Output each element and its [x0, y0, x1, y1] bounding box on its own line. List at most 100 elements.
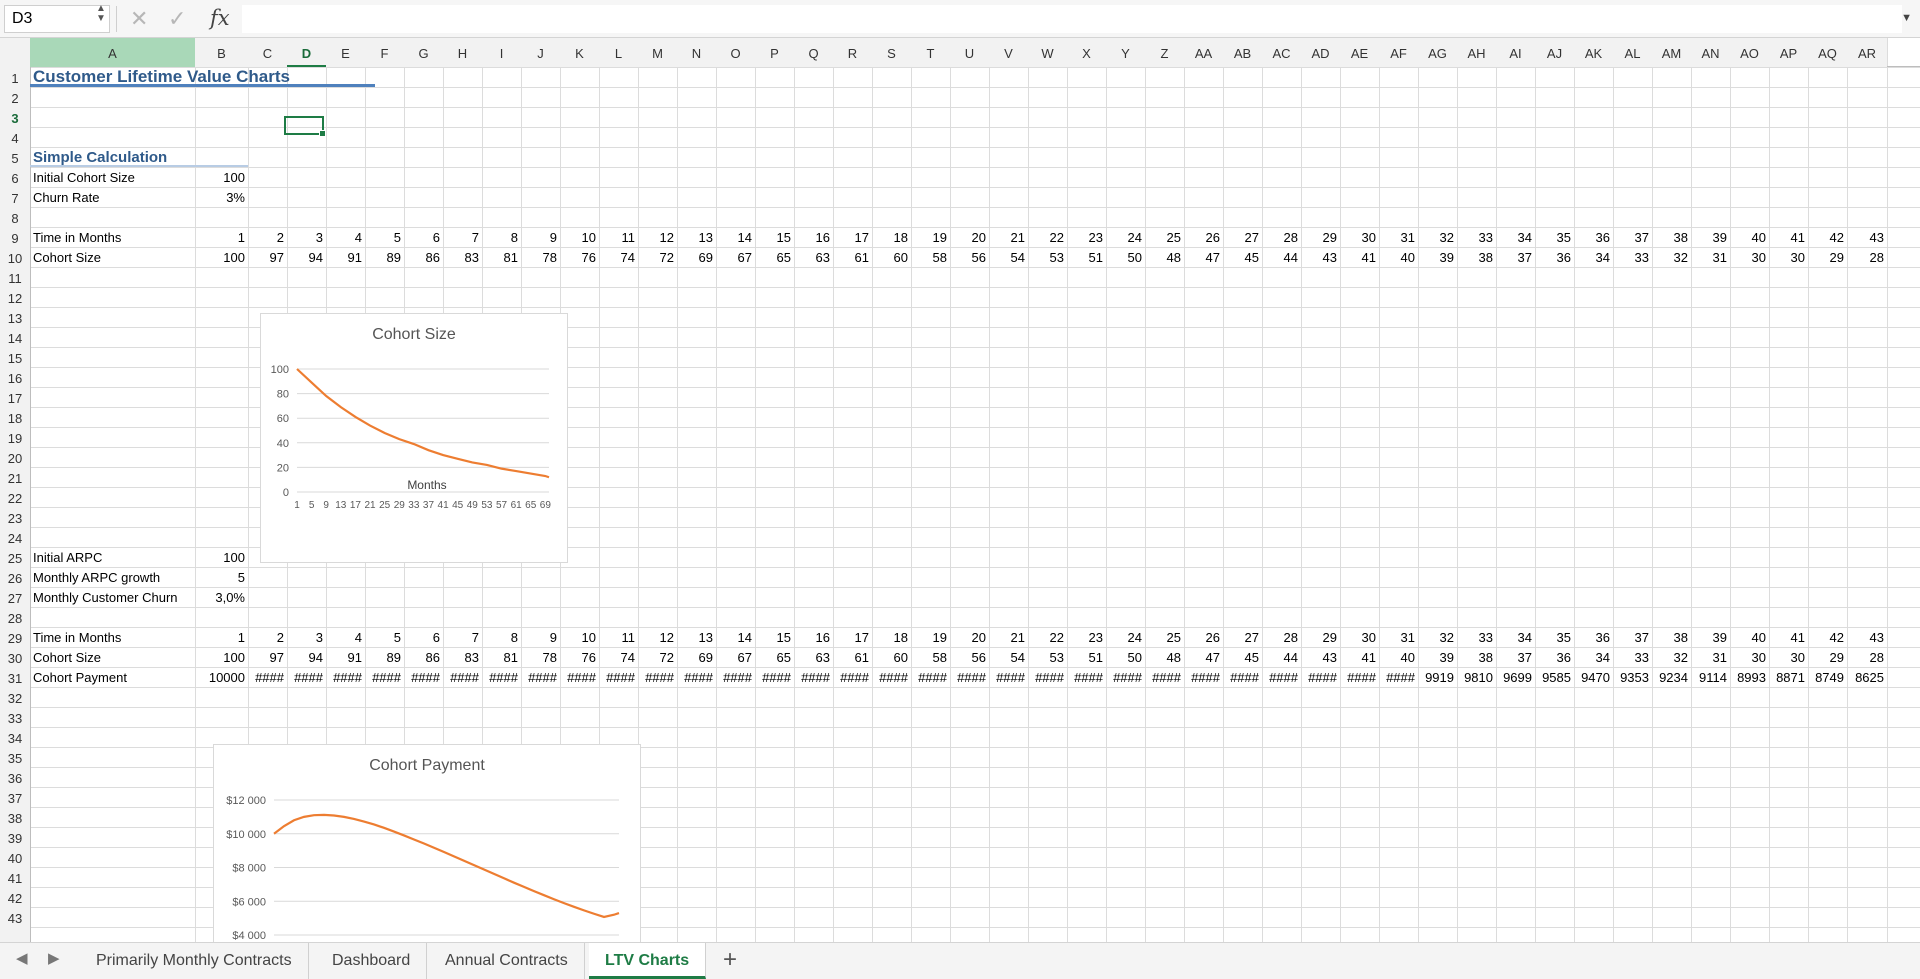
cohort-payment-cell[interactable]: ####	[677, 668, 713, 688]
value-monthly-customer-churn[interactable]: 3,0%	[195, 588, 245, 608]
cohort-size-cell[interactable]: 91	[326, 648, 362, 668]
cohort-payment-cell[interactable]: ####	[638, 668, 674, 688]
cohort-payment-cell[interactable]: 10000	[195, 668, 245, 688]
cohort-size-cell[interactable]: 78	[521, 648, 557, 668]
cohort-size-cell[interactable]: 40	[1379, 648, 1415, 668]
column-header-i[interactable]: I	[482, 38, 521, 67]
month-cell[interactable]: 37	[1613, 228, 1649, 248]
column-header-s[interactable]: S	[872, 38, 911, 67]
month-cell[interactable]: 5	[365, 628, 401, 648]
cohort-size-chart[interactable]: Cohort Size 100 80 60 40 20 0 1 5 9 13 17 21 25 29 33 3…	[260, 313, 568, 563]
cohort-size-cell[interactable]: 51	[1067, 648, 1103, 668]
month-cell[interactable]: 41	[1769, 628, 1805, 648]
cohort-size-cell[interactable]: 30	[1730, 248, 1766, 268]
month-cell[interactable]: 36	[1574, 628, 1610, 648]
month-cell[interactable]: 29	[1301, 628, 1337, 648]
row-header-8[interactable]: 8	[0, 207, 30, 227]
cohort-size-cell[interactable]: 53	[1028, 248, 1064, 268]
value-initial-arpc[interactable]: 100	[195, 548, 245, 568]
add-sheet-button[interactable]: +	[710, 943, 750, 979]
cohort-size-cell[interactable]: 54	[989, 648, 1025, 668]
row-header-30[interactable]: 30	[0, 647, 30, 667]
cohort-payment-cell[interactable]: ####	[833, 668, 869, 688]
column-header-ah[interactable]: AH	[1457, 38, 1496, 67]
month-cell[interactable]: 9	[521, 228, 557, 248]
cohort-size-cell[interactable]: 38	[1457, 648, 1493, 668]
month-cell[interactable]: 25	[1145, 228, 1181, 248]
month-cell[interactable]: 5	[365, 228, 401, 248]
label-cohort-size[interactable]: Cohort Size	[33, 248, 101, 268]
month-cell[interactable]: 33	[1457, 228, 1493, 248]
cohort-payment-cell[interactable]: ####	[1223, 668, 1259, 688]
cohort-size-cell[interactable]: 29	[1808, 248, 1844, 268]
column-header-an[interactable]: AN	[1691, 38, 1730, 67]
cohort-payment-cell[interactable]: ####	[482, 668, 518, 688]
month-cell[interactable]: 15	[755, 628, 791, 648]
row-header-39[interactable]: 39	[0, 827, 30, 847]
cohort-size-cell[interactable]: 45	[1223, 648, 1259, 668]
cohort-payment-cell[interactable]: 8871	[1769, 668, 1805, 688]
label-time-in-months[interactable]: Time in Months	[33, 228, 121, 248]
cohort-size-cell[interactable]: 94	[287, 248, 323, 268]
cohort-size-cell[interactable]: 30	[1730, 648, 1766, 668]
month-cell[interactable]: 14	[716, 228, 752, 248]
month-cell[interactable]: 32	[1418, 628, 1454, 648]
cohort-payment-cell[interactable]: 9699	[1496, 668, 1532, 688]
row-header-4[interactable]: 4	[0, 127, 30, 147]
cohort-size-cell[interactable]: 97	[248, 648, 284, 668]
month-cell[interactable]: 23	[1067, 228, 1103, 248]
cohort-size-cell[interactable]: 74	[599, 248, 635, 268]
name-box[interactable]: D3	[4, 5, 110, 33]
label-time-in-months[interactable]: Time in Months	[33, 628, 121, 648]
month-cell[interactable]: 18	[872, 628, 908, 648]
month-cell[interactable]: 37	[1613, 628, 1649, 648]
cohort-payment-cell[interactable]: ####	[950, 668, 986, 688]
month-cell[interactable]: 38	[1652, 628, 1688, 648]
month-cell[interactable]: 24	[1106, 228, 1142, 248]
row-header-33[interactable]: 33	[0, 707, 30, 727]
month-cell[interactable]: 30	[1340, 628, 1376, 648]
month-cell[interactable]: 18	[872, 228, 908, 248]
value-initial-cohort-size[interactable]: 100	[195, 168, 245, 188]
month-cell[interactable]: 4	[326, 228, 362, 248]
cohort-size-cell[interactable]: 30	[1769, 648, 1805, 668]
row-header-28[interactable]: 28	[0, 607, 30, 627]
cohort-payment-cell[interactable]: ####	[287, 668, 323, 688]
cohort-size-cell[interactable]: 43	[1301, 248, 1337, 268]
column-header-l[interactable]: L	[599, 38, 638, 67]
month-cell[interactable]: 39	[1691, 628, 1727, 648]
row-header-31[interactable]: 31	[0, 667, 30, 687]
value-monthly-arpc-growth[interactable]: 5	[195, 568, 245, 588]
month-cell[interactable]: 14	[716, 628, 752, 648]
label-cohort-size[interactable]: Cohort Size	[33, 648, 101, 668]
cohort-size-cell[interactable]: 91	[326, 248, 362, 268]
spreadsheet-grid[interactable]: A B C D E F G H I J K L M N O P Q R S T U V W X Y Z AA AB AC AD AE AF AG…	[0, 38, 1920, 942]
column-header-aq[interactable]: AQ	[1808, 38, 1847, 67]
cohort-payment-cell[interactable]: ####	[521, 668, 557, 688]
month-cell[interactable]: 8	[482, 228, 518, 248]
column-header-x[interactable]: X	[1067, 38, 1106, 67]
cohort-payment-cell[interactable]: 9585	[1535, 668, 1571, 688]
month-cell[interactable]: 28	[1262, 628, 1298, 648]
value-churn-rate[interactable]: 3%	[195, 188, 245, 208]
cohort-payment-cell[interactable]: ####	[248, 668, 284, 688]
column-header-am[interactable]: AM	[1652, 38, 1691, 67]
month-cell[interactable]: 11	[599, 228, 636, 248]
column-header-ao[interactable]: AO	[1730, 38, 1769, 67]
month-cell[interactable]: 6	[404, 228, 440, 248]
cohort-size-cell[interactable]: 45	[1223, 248, 1259, 268]
row-header-14[interactable]: 14	[0, 327, 30, 347]
enter-icon[interactable]: ✓	[168, 5, 186, 33]
cohort-size-cell[interactable]: 43	[1301, 648, 1337, 668]
row-header-32[interactable]: 32	[0, 687, 30, 707]
column-header-g[interactable]: G	[404, 38, 443, 67]
column-header-q[interactable]: Q	[794, 38, 833, 67]
month-cell[interactable]: 33	[1457, 628, 1493, 648]
cohort-size-cell[interactable]: 30	[1769, 248, 1805, 268]
row-header-13[interactable]: 13	[0, 307, 30, 327]
month-cell[interactable]: 12	[638, 628, 674, 648]
month-cell[interactable]: 10	[560, 228, 596, 248]
cohort-size-cell[interactable]: 58	[911, 248, 947, 268]
column-header-ar[interactable]: AR	[1847, 38, 1887, 67]
label-initial-cohort-size[interactable]: Initial Cohort Size	[33, 168, 135, 188]
